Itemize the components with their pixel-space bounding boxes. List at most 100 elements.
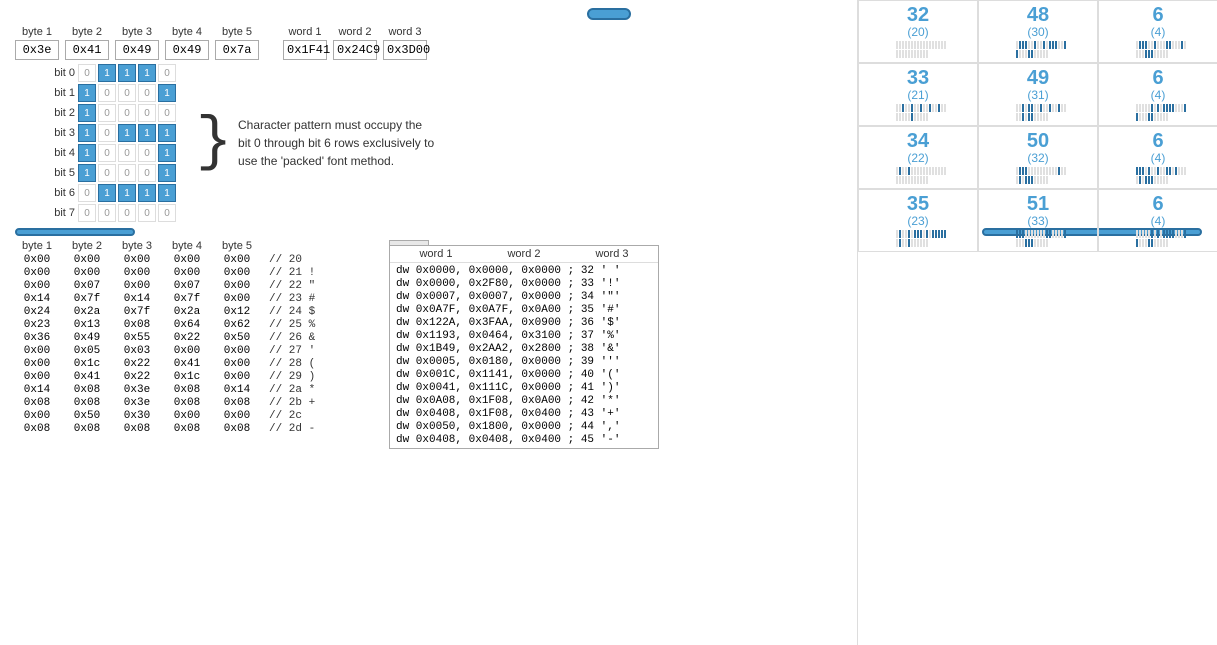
input-cell-5-1[interactable]: 0x13	[65, 319, 109, 331]
input-cell-5-0[interactable]: 0x23	[15, 319, 59, 331]
input-cell-4-4[interactable]: 0x12	[215, 306, 259, 318]
input-cell-8-2[interactable]: 0x22	[115, 358, 159, 370]
input-cell-2-3[interactable]: 0x07	[165, 280, 209, 292]
input-cell-13-3[interactable]: 0x08	[165, 423, 209, 435]
input-cell-7-2[interactable]: 0x03	[115, 345, 159, 357]
bit-cell-5-0[interactable]: 1	[78, 164, 96, 182]
input-cell-9-2[interactable]: 0x22	[115, 371, 159, 383]
bit-cell-1-3[interactable]: 0	[138, 84, 156, 102]
input-cell-0-0[interactable]: 0x00	[15, 254, 59, 266]
input-cell-8-1[interactable]: 0x1c	[65, 358, 109, 370]
input-cell-7-0[interactable]: 0x00	[15, 345, 59, 357]
bit-cell-4-1[interactable]: 0	[98, 144, 116, 162]
input-cell-6-2[interactable]: 0x55	[115, 332, 159, 344]
bit-cell-2-4[interactable]: 0	[158, 104, 176, 122]
input-cell-10-2[interactable]: 0x3e	[115, 384, 159, 396]
input-cell-7-4[interactable]: 0x00	[215, 345, 259, 357]
bit-cell-6-4[interactable]: 1	[158, 184, 176, 202]
bit-cell-0-3[interactable]: 1	[138, 64, 156, 82]
bit-cell-2-3[interactable]: 0	[138, 104, 156, 122]
input-cell-8-3[interactable]: 0x41	[165, 358, 209, 370]
bit-cell-7-0[interactable]: 0	[78, 204, 96, 222]
bit-cell-7-1[interactable]: 0	[98, 204, 116, 222]
input-cell-3-2[interactable]: 0x14	[115, 293, 159, 305]
input-cell-11-2[interactable]: 0x3e	[115, 397, 159, 409]
input-cell-0-2[interactable]: 0x00	[115, 254, 159, 266]
input-cell-12-3[interactable]: 0x00	[165, 410, 209, 422]
word-value-3[interactable]: 0x3D00	[383, 40, 427, 60]
input-cell-1-3[interactable]: 0x00	[165, 267, 209, 279]
input-cell-3-0[interactable]: 0x14	[15, 293, 59, 305]
input-cell-12-2[interactable]: 0x30	[115, 410, 159, 422]
input-cell-13-0[interactable]: 0x08	[15, 423, 59, 435]
input-cell-5-2[interactable]: 0x08	[115, 319, 159, 331]
input-cell-0-1[interactable]: 0x00	[65, 254, 109, 266]
input-cell-0-3[interactable]: 0x00	[165, 254, 209, 266]
input-cell-1-4[interactable]: 0x00	[215, 267, 259, 279]
byte-value-2[interactable]: 0x41	[65, 40, 109, 60]
input-cell-2-4[interactable]: 0x00	[215, 280, 259, 292]
bit-cell-4-3[interactable]: 0	[138, 144, 156, 162]
input-cell-8-4[interactable]: 0x00	[215, 358, 259, 370]
input-cell-1-2[interactable]: 0x00	[115, 267, 159, 279]
byte-value-4[interactable]: 0x49	[165, 40, 209, 60]
input-cell-4-1[interactable]: 0x2a	[65, 306, 109, 318]
bit-cell-0-1[interactable]: 1	[98, 64, 116, 82]
input-cell-9-4[interactable]: 0x00	[215, 371, 259, 383]
bit-cell-4-2[interactable]: 0	[118, 144, 136, 162]
input-cell-6-0[interactable]: 0x36	[15, 332, 59, 344]
word-value-2[interactable]: 0x24C9	[333, 40, 377, 60]
bit-cell-5-4[interactable]: 1	[158, 164, 176, 182]
byte-value-5[interactable]: 0x7a	[215, 40, 259, 60]
bit-cell-7-3[interactable]: 0	[138, 204, 156, 222]
input-cell-12-4[interactable]: 0x00	[215, 410, 259, 422]
byte-value-1[interactable]: 0x3e	[15, 40, 59, 60]
bit-cell-0-2[interactable]: 1	[118, 64, 136, 82]
word-value-1[interactable]: 0x1F41	[283, 40, 327, 60]
input-cell-13-2[interactable]: 0x08	[115, 423, 159, 435]
input-cell-10-1[interactable]: 0x08	[65, 384, 109, 396]
input-cell-13-1[interactable]: 0x08	[65, 423, 109, 435]
input-cell-9-1[interactable]: 0x41	[65, 371, 109, 383]
bit-cell-1-0[interactable]: 1	[78, 84, 96, 102]
byte-value-3[interactable]: 0x49	[115, 40, 159, 60]
input-cell-11-3[interactable]: 0x08	[165, 397, 209, 409]
bit-cell-5-3[interactable]: 0	[138, 164, 156, 182]
input-cell-3-3[interactable]: 0x7f	[165, 293, 209, 305]
bit-cell-0-0[interactable]: 0	[78, 64, 96, 82]
input-cell-10-4[interactable]: 0x14	[215, 384, 259, 396]
bit-cell-6-2[interactable]: 1	[118, 184, 136, 202]
input-cell-5-3[interactable]: 0x64	[165, 319, 209, 331]
bit-cell-4-0[interactable]: 1	[78, 144, 96, 162]
bit-cell-3-1[interactable]: 0	[98, 124, 116, 142]
bit-cell-2-1[interactable]: 0	[98, 104, 116, 122]
input-cell-9-0[interactable]: 0x00	[15, 371, 59, 383]
input-cell-0-4[interactable]: 0x00	[215, 254, 259, 266]
bit-cell-7-2[interactable]: 0	[118, 204, 136, 222]
input-cell-3-1[interactable]: 0x7f	[65, 293, 109, 305]
input-cell-6-3[interactable]: 0x22	[165, 332, 209, 344]
bit-cell-4-4[interactable]: 1	[158, 144, 176, 162]
input-cell-11-0[interactable]: 0x08	[15, 397, 59, 409]
input-cell-4-2[interactable]: 0x7f	[115, 306, 159, 318]
input-cell-2-0[interactable]: 0x00	[15, 280, 59, 292]
input-cell-2-2[interactable]: 0x00	[115, 280, 159, 292]
input-cell-3-4[interactable]: 0x00	[215, 293, 259, 305]
bit-cell-5-2[interactable]: 0	[118, 164, 136, 182]
bit-cell-1-4[interactable]: 1	[158, 84, 176, 102]
bit-cell-6-3[interactable]: 1	[138, 184, 156, 202]
bit-cell-2-0[interactable]: 1	[78, 104, 96, 122]
bit-cell-3-4[interactable]: 1	[158, 124, 176, 142]
input-cell-7-3[interactable]: 0x00	[165, 345, 209, 357]
bit-cell-1-2[interactable]: 0	[118, 84, 136, 102]
bit-cell-3-2[interactable]: 1	[118, 124, 136, 142]
input-cell-6-1[interactable]: 0x49	[65, 332, 109, 344]
input-cell-6-4[interactable]: 0x50	[215, 332, 259, 344]
input-cell-2-1[interactable]: 0x07	[65, 280, 109, 292]
input-cell-13-4[interactable]: 0x08	[215, 423, 259, 435]
bit-cell-2-2[interactable]: 0	[118, 104, 136, 122]
bit-cell-3-0[interactable]: 1	[78, 124, 96, 142]
input-cell-10-3[interactable]: 0x08	[165, 384, 209, 396]
input-cell-10-0[interactable]: 0x14	[15, 384, 59, 396]
input-cell-11-4[interactable]: 0x08	[215, 397, 259, 409]
